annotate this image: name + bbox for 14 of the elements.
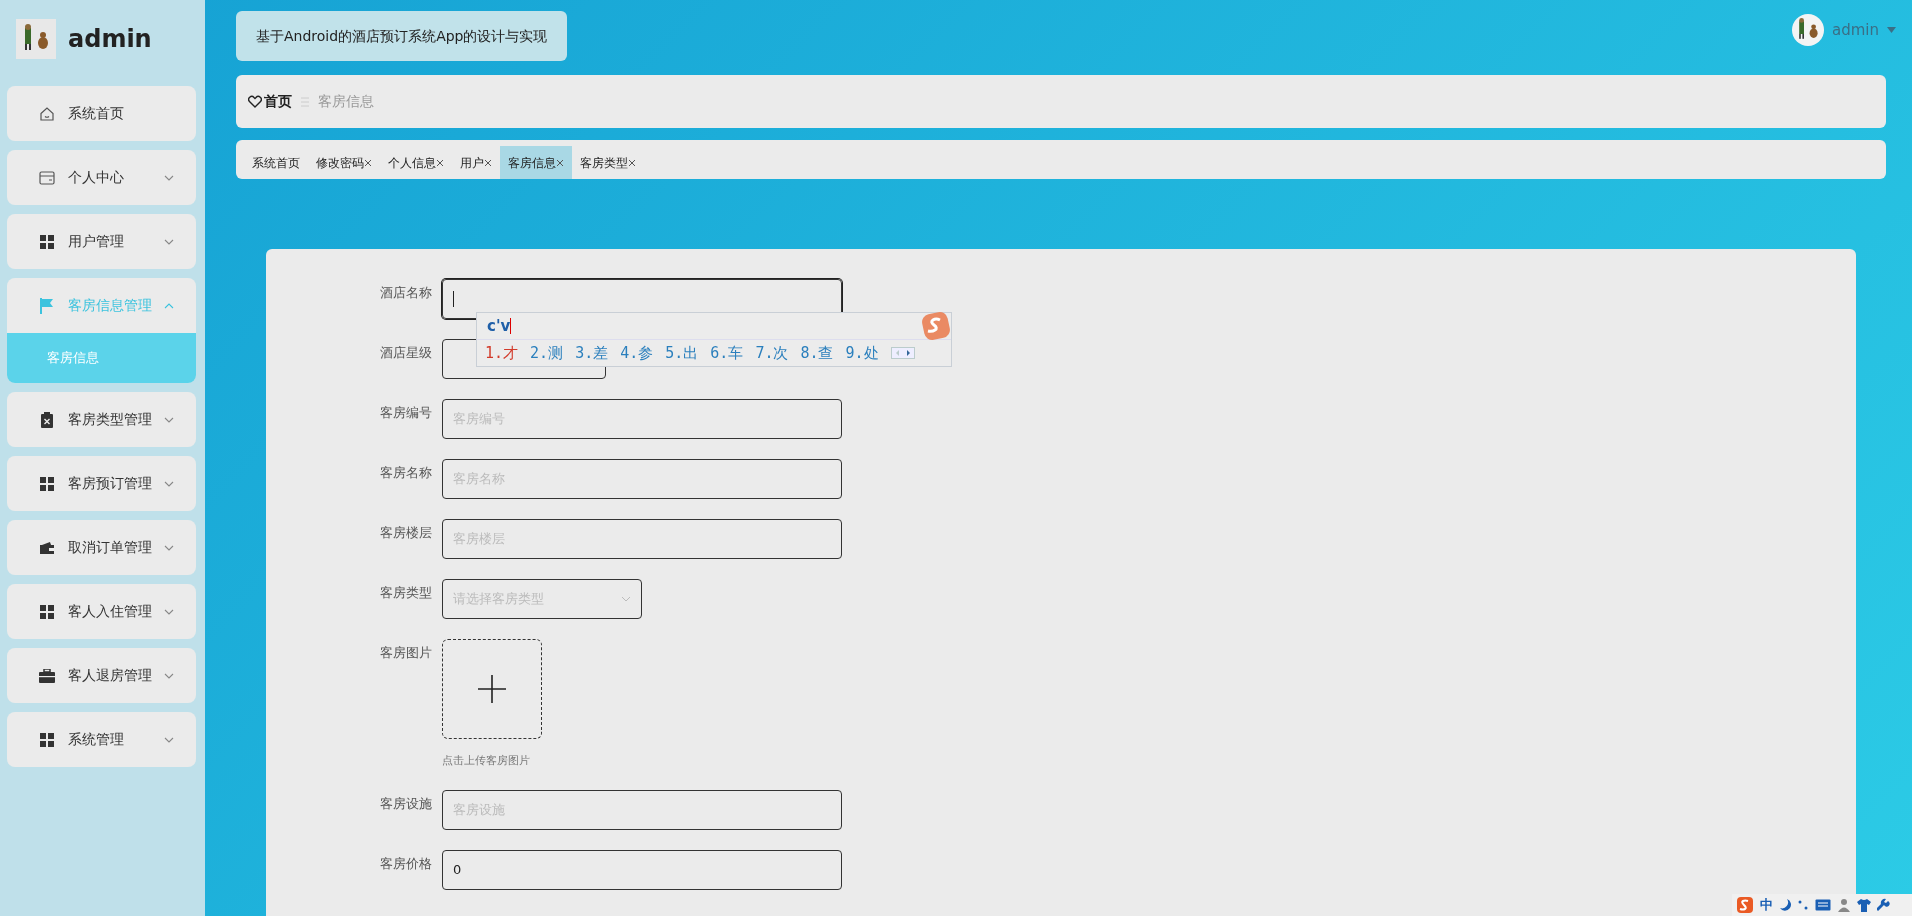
logo-text: admin [68, 24, 152, 55]
field-label: 客房名称 [379, 464, 432, 482]
breadcrumb-text: 客房信息 [318, 92, 374, 111]
app-title: 基于Android的酒店预订系统App的设计与实现 [236, 11, 568, 61]
ime-composition: c'v [487, 315, 511, 337]
field-label: 酒店名称 [379, 284, 432, 302]
field-label: 客房价格 [379, 854, 432, 873]
field-label: 客房类型 [379, 584, 432, 602]
upload-hint: 点击上传客房图片 [442, 753, 531, 769]
field-label: 客房楼层 [379, 524, 432, 542]
field-label: 酒店星级 [379, 344, 432, 362]
field-label: 客房图片 [379, 644, 432, 662]
field-label: 客房编号 [379, 404, 432, 422]
field-label: 客房设施 [379, 794, 432, 813]
